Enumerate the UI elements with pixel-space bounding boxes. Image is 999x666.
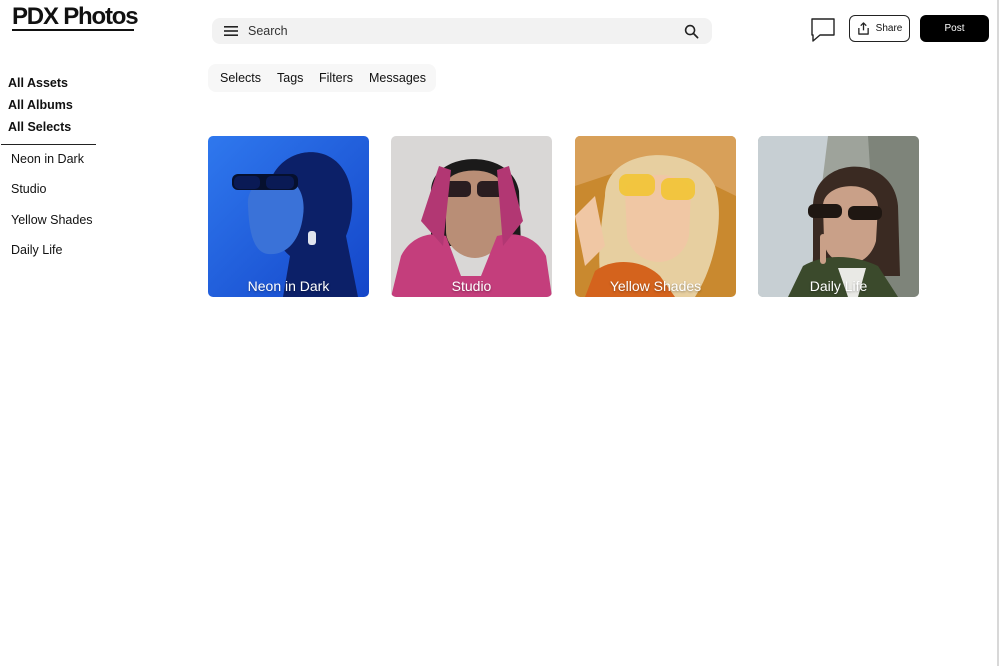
album-photo xyxy=(391,136,552,297)
search-input[interactable] xyxy=(248,18,668,44)
sidebar-album-daily-life[interactable]: Daily Life xyxy=(11,242,62,258)
album-card-neon-in-dark[interactable]: Neon in Dark xyxy=(208,136,369,297)
sidebar-link-all-selects[interactable]: All Selects xyxy=(8,119,71,135)
sidebar-link-all-albums[interactable]: All Albums xyxy=(8,97,73,113)
tab-filters[interactable]: Filters xyxy=(319,70,353,86)
search-bar xyxy=(212,18,712,44)
tab-messages[interactable]: Messages xyxy=(369,70,426,86)
sidebar-link-all-assets[interactable]: All Assets xyxy=(8,75,68,91)
logo-underline xyxy=(12,29,134,31)
sidebar-album-studio[interactable]: Studio xyxy=(11,181,46,197)
album-photo xyxy=(758,136,919,297)
menu-icon[interactable] xyxy=(224,25,238,37)
chat-bubble-icon[interactable] xyxy=(809,16,837,44)
album-card-daily-life[interactable]: Daily Life xyxy=(758,136,919,297)
sidebar-album-yellow-shades[interactable]: Yellow Shades xyxy=(11,212,93,228)
filter-bar: Selects Tags Filters Messages xyxy=(208,64,436,92)
post-button[interactable]: Post xyxy=(920,15,989,42)
share-label: Share xyxy=(875,23,903,34)
app-logo[interactable]: PDX Photos xyxy=(12,3,139,31)
sidebar-album-neon-in-dark[interactable]: Neon in Dark xyxy=(11,151,84,167)
tab-tags[interactable]: Tags xyxy=(277,70,303,86)
album-title: Neon in Dark xyxy=(247,278,330,294)
sidebar-divider xyxy=(1,144,96,145)
album-title: Studio xyxy=(451,278,492,294)
share-button[interactable]: Share xyxy=(849,15,910,42)
album-title: Daily Life xyxy=(809,278,868,294)
tab-selects[interactable]: Selects xyxy=(220,70,261,86)
album-title: Yellow Shades xyxy=(609,278,702,294)
album-photo xyxy=(575,136,736,297)
album-card-studio[interactable]: Studio xyxy=(391,136,552,297)
search-icon[interactable] xyxy=(684,24,699,39)
share-icon xyxy=(857,22,869,35)
album-card-yellow-shades[interactable]: Yellow Shades xyxy=(575,136,736,297)
album-photo xyxy=(208,136,369,297)
